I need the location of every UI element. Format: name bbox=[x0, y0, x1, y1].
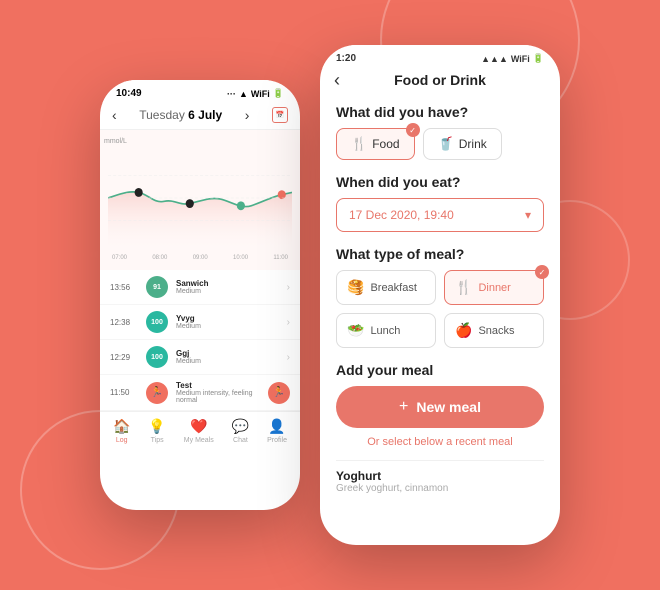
home-icon: 🏠 bbox=[113, 418, 130, 435]
chevron-right-icon: › bbox=[287, 352, 290, 363]
activity-badge: 100 bbox=[146, 311, 168, 333]
meal-type-grid: 🥞 Breakfast 🍴 Dinner ✓ 🥗 Lunch 🍎 S bbox=[336, 270, 544, 348]
drink-label: Drink bbox=[459, 137, 487, 151]
nav-item-profile[interactable]: 👤 Profile bbox=[267, 418, 287, 444]
dinner-check-icon: ✓ bbox=[535, 265, 549, 279]
phones-container: 10:49 ··· ▲ WiFi 🔋 ‹ Tuesday 6 July › 📅 … bbox=[100, 45, 560, 545]
new-meal-label: New meal bbox=[416, 399, 481, 415]
food-drink-toggle: 🍴 Food ✓ 🥤 Drink bbox=[336, 128, 544, 160]
activity-item[interactable]: 12:29 100 Ggj Medium › bbox=[100, 340, 300, 375]
dinner-icon: 🍴 bbox=[455, 279, 472, 296]
recent-item-name: Yoghurt bbox=[336, 469, 544, 483]
y-axis-label: mmol/L bbox=[104, 138, 127, 145]
food-label: Food bbox=[372, 137, 399, 151]
calendar-icon[interactable]: 📅 bbox=[272, 107, 288, 123]
activity-badge: 91 bbox=[146, 276, 168, 298]
tips-icon: 💡 bbox=[148, 418, 165, 435]
date-selector[interactable]: 17 Dec 2020, 19:40 ▾ bbox=[336, 198, 544, 232]
new-meal-button[interactable]: + New meal bbox=[336, 386, 544, 428]
meal-option-lunch[interactable]: 🥗 Lunch bbox=[336, 313, 436, 348]
right-status-time: 1:20 bbox=[336, 53, 356, 64]
recent-item[interactable]: Yoghurt Greek yoghurt, cinnamon bbox=[336, 460, 544, 502]
mymeals-icon: ❤️ bbox=[190, 418, 207, 435]
food-check-icon: ✓ bbox=[406, 123, 420, 137]
lunch-label: Lunch bbox=[370, 325, 400, 337]
meal-option-dinner[interactable]: 🍴 Dinner ✓ bbox=[444, 270, 544, 305]
page-header: ‹ Food or Drink bbox=[320, 68, 560, 96]
chevron-right-icon: › bbox=[287, 282, 290, 293]
back-button[interactable]: ‹ bbox=[334, 70, 340, 91]
food-icon: 🍴 bbox=[351, 136, 367, 152]
section3-label: What type of meal? bbox=[336, 246, 544, 262]
left-status-time: 10:49 bbox=[116, 88, 142, 99]
nav-item-mymeals[interactable]: ❤️ My Meals bbox=[184, 418, 214, 444]
section2-label: When did you eat? bbox=[336, 174, 544, 190]
glucose-chart bbox=[108, 148, 292, 248]
chevron-right-icon: › bbox=[287, 317, 290, 328]
recent-item-sub: Greek yoghurt, cinnamon bbox=[336, 483, 544, 494]
activity-badge: 100 bbox=[146, 346, 168, 368]
right-status-bar: 1:20 ▲▲▲ WiFi 🔋 bbox=[320, 45, 560, 68]
snacks-icon: 🍎 bbox=[455, 322, 472, 339]
page-title: Food or Drink bbox=[394, 72, 486, 88]
bottom-nav: 🏠 Log 💡 Tips ❤️ My Meals 💬 Chat 👤 Profil… bbox=[100, 411, 300, 450]
nav-item-chat[interactable]: 💬 Chat bbox=[232, 418, 249, 444]
right-status-icons: ▲▲▲ WiFi 🔋 bbox=[481, 53, 544, 64]
drink-toggle-button[interactable]: 🥤 Drink bbox=[423, 128, 502, 160]
nav-header: ‹ Tuesday 6 July › 📅 bbox=[100, 103, 300, 130]
recent-meal-link[interactable]: Or select below a recent meal bbox=[336, 436, 544, 448]
date-display: Tuesday 6 July bbox=[139, 108, 222, 122]
exercise-icon: 🏃 bbox=[268, 382, 290, 404]
section1-label: What did you have? bbox=[336, 104, 544, 120]
activity-item[interactable]: 11:50 🏃 Test Medium intensity, feeling n… bbox=[100, 375, 300, 411]
snacks-label: Snacks bbox=[478, 325, 514, 337]
nav-item-tips[interactable]: 💡 Tips bbox=[148, 418, 165, 444]
drink-icon: 🥤 bbox=[438, 136, 454, 152]
section4-label: Add your meal bbox=[336, 362, 544, 378]
left-status-icons: ··· ▲ WiFi 🔋 bbox=[227, 88, 284, 99]
food-toggle-button[interactable]: 🍴 Food ✓ bbox=[336, 128, 415, 160]
right-phone: 1:20 ▲▲▲ WiFi 🔋 ‹ Food or Drink What did… bbox=[320, 45, 560, 545]
left-phone: 10:49 ··· ▲ WiFi 🔋 ‹ Tuesday 6 July › 📅 … bbox=[100, 80, 300, 510]
breakfast-icon: 🥞 bbox=[347, 279, 364, 296]
plus-icon: + bbox=[399, 398, 408, 416]
chevron-down-icon: ▾ bbox=[525, 208, 531, 222]
right-phone-inner: 1:20 ▲▲▲ WiFi 🔋 ‹ Food or Drink What did… bbox=[320, 45, 560, 545]
date-value: 17 Dec 2020, 19:40 bbox=[349, 208, 454, 222]
chart-area: mmol/L bbox=[100, 130, 300, 270]
chat-icon: 💬 bbox=[232, 418, 249, 435]
x-axis: 07:00 08:00 09:00 10:00 11:00 bbox=[108, 255, 292, 261]
activity-badge: 🏃 bbox=[146, 382, 168, 404]
profile-icon: 👤 bbox=[268, 418, 285, 435]
content-area: What did you have? 🍴 Food ✓ 🥤 Drink When… bbox=[320, 96, 560, 545]
prev-date-button[interactable]: ‹ bbox=[112, 107, 117, 123]
nav-item-log[interactable]: 🏠 Log bbox=[113, 418, 130, 444]
activity-item[interactable]: 12:38 100 Yvyg Medium › bbox=[100, 305, 300, 340]
dinner-label: Dinner bbox=[478, 282, 510, 294]
breakfast-label: Breakfast bbox=[370, 282, 416, 294]
meal-option-breakfast[interactable]: 🥞 Breakfast bbox=[336, 270, 436, 305]
activity-list: 13:56 91 Sanwich Medium › 12:38 100 Yvyg… bbox=[100, 270, 300, 411]
lunch-icon: 🥗 bbox=[347, 322, 364, 339]
activity-item[interactable]: 13:56 91 Sanwich Medium › bbox=[100, 270, 300, 305]
next-date-button[interactable]: › bbox=[245, 107, 250, 123]
left-status-bar: 10:49 ··· ▲ WiFi 🔋 bbox=[100, 80, 300, 103]
meal-option-snacks[interactable]: 🍎 Snacks bbox=[444, 313, 544, 348]
